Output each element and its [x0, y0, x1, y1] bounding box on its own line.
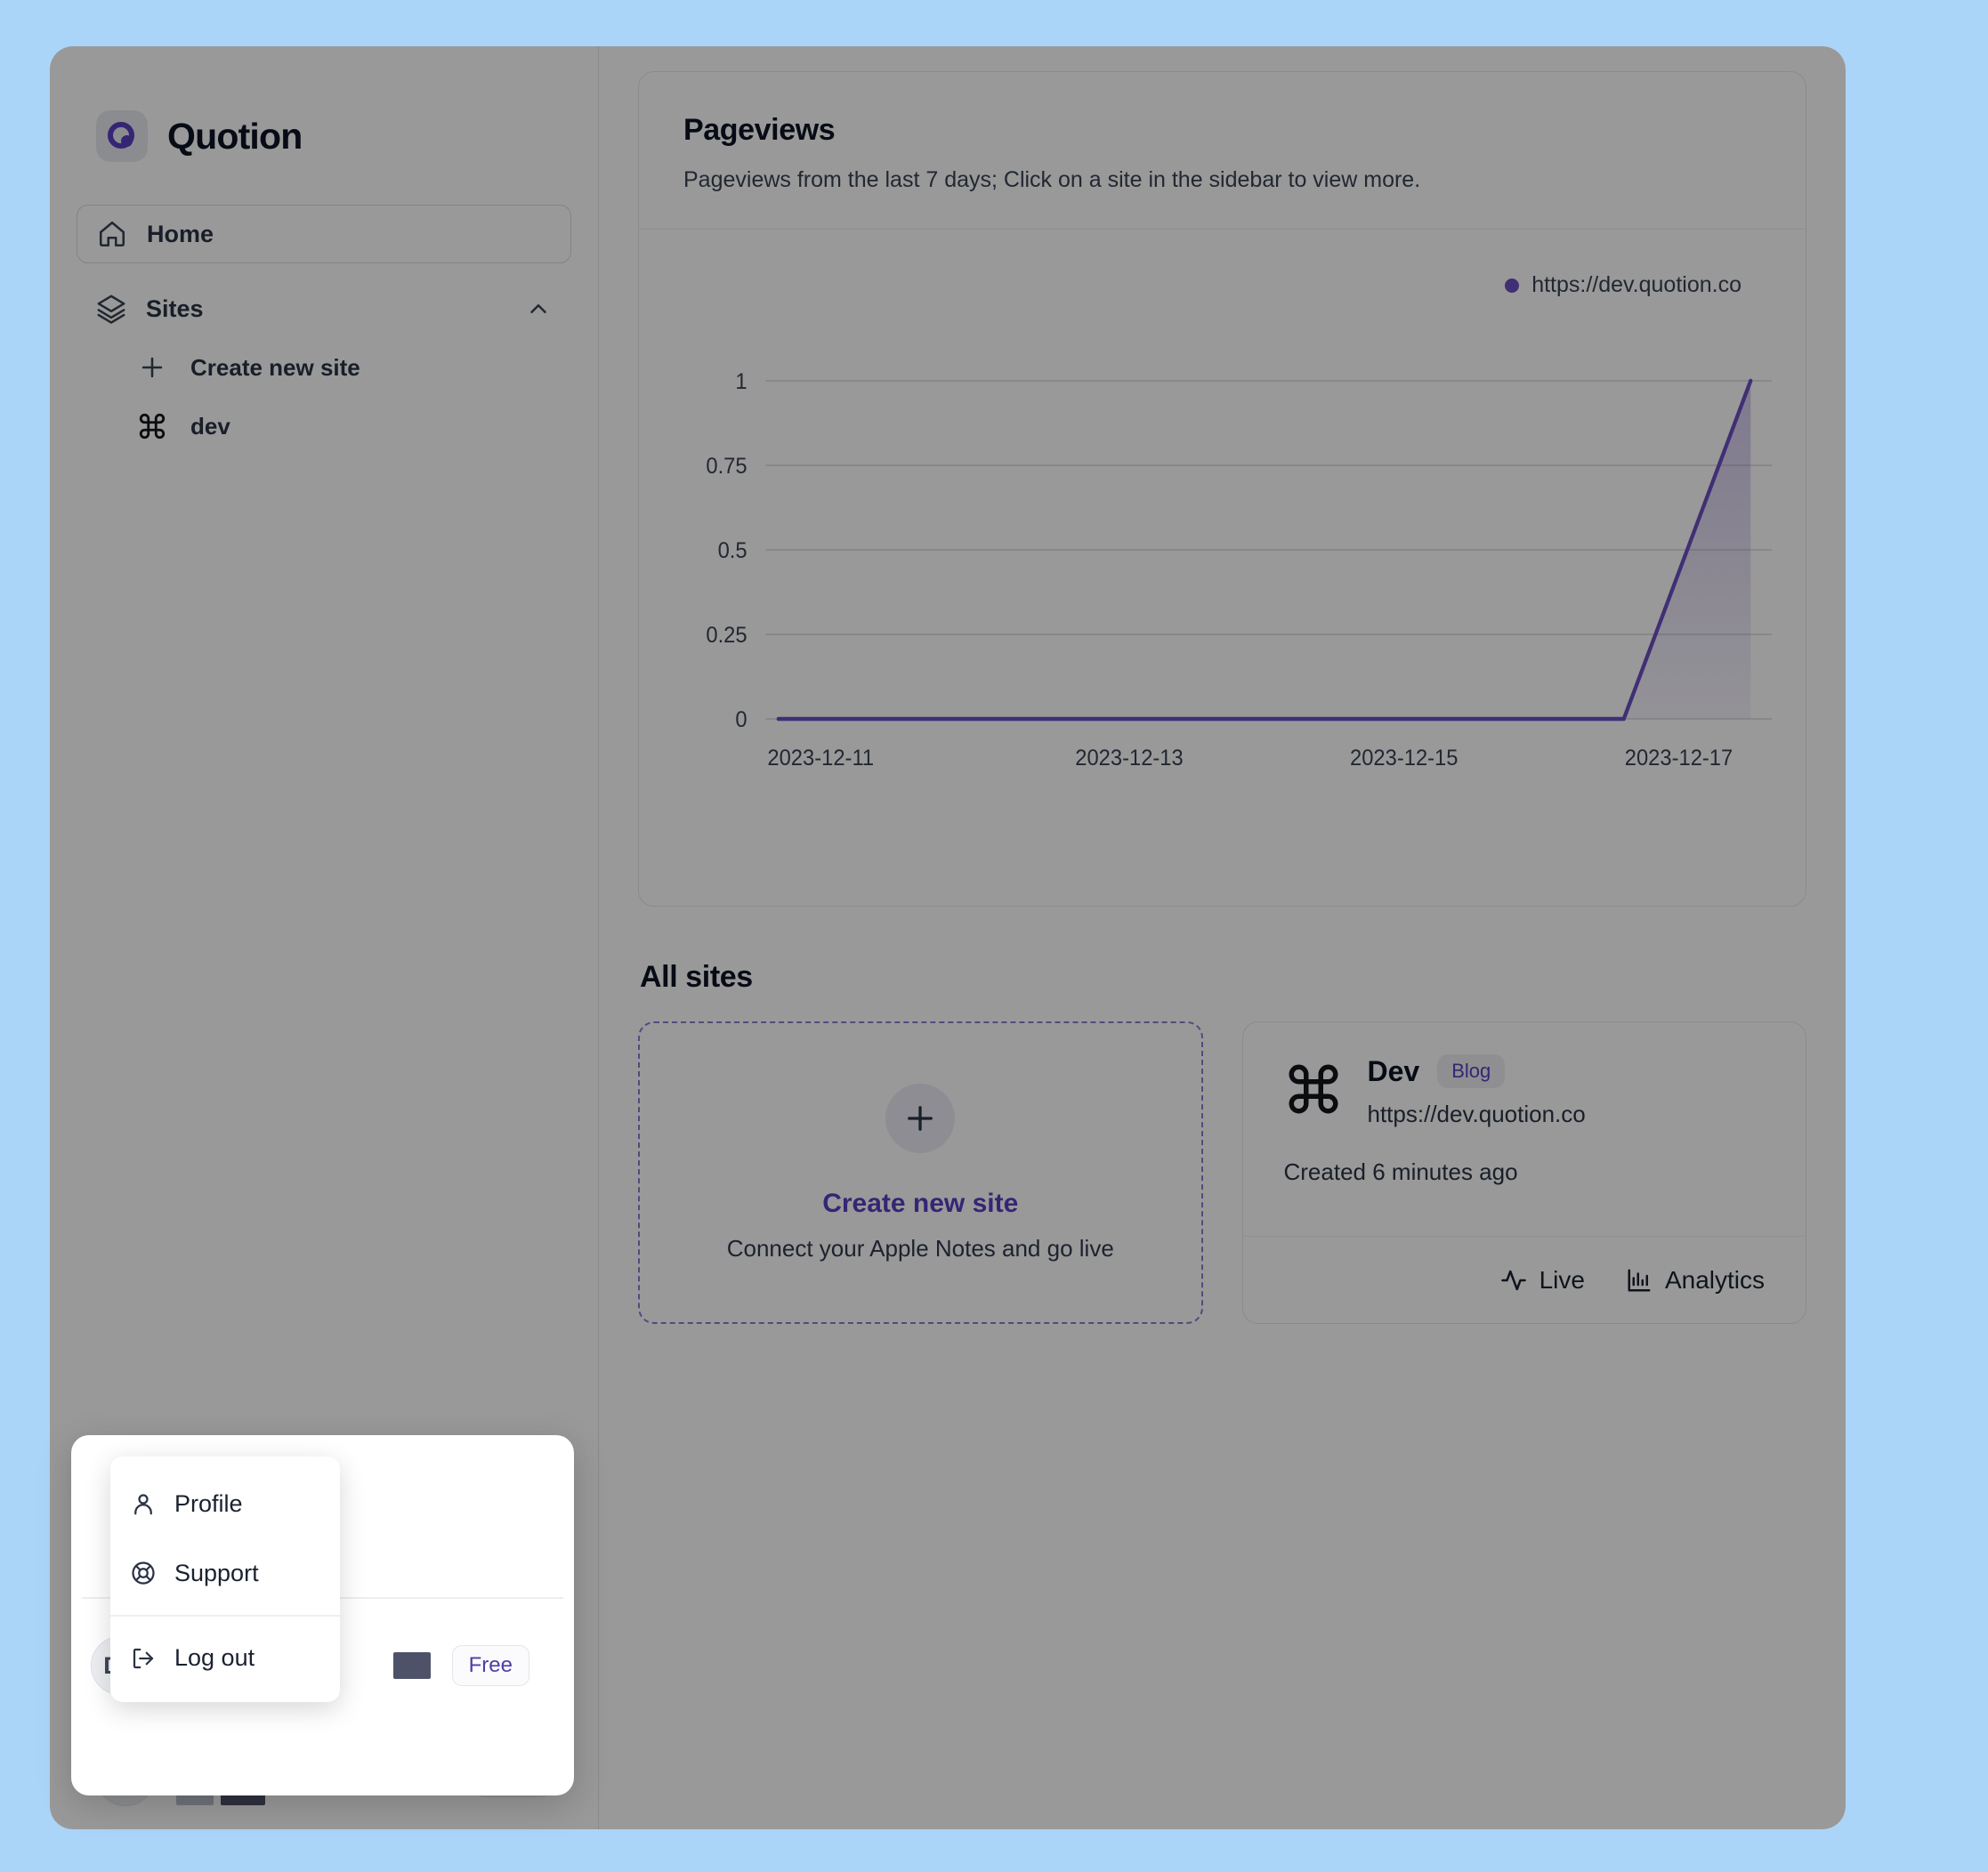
sidebar-item-label: Create new site [190, 353, 360, 381]
sidebar-item-label: Sites [146, 295, 204, 322]
sidebar-item-label: dev [190, 412, 230, 440]
sites-grid: Create new site Connect your Apple Notes… [638, 1021, 1806, 1324]
account-dropdown-menu: Profile Support Log out [110, 1456, 340, 1702]
site-name: Dev [1367, 1054, 1420, 1087]
menu-item-profile[interactable]: Profile [110, 1469, 340, 1538]
create-new-site-title: Create new site [822, 1188, 1019, 1218]
analytics-label: Analytics [1664, 1265, 1765, 1294]
user-icon [130, 1490, 157, 1517]
pageviews-card: Pageviews Pageviews from the last 7 days… [638, 71, 1806, 907]
quotion-logo-icon [96, 110, 148, 162]
lifebuoy-icon [130, 1560, 157, 1586]
sidebar-item-label: Home [147, 220, 214, 247]
command-icon [137, 411, 167, 441]
plus-icon [885, 1083, 956, 1153]
svg-text:2023-12-11: 2023-12-11 [767, 746, 874, 771]
svg-text:2023-12-13: 2023-12-13 [1075, 746, 1183, 771]
redaction-block [392, 1652, 431, 1679]
chart-svg: 1 0.75 0.5 0.25 0 2023-12-11 2023-12-13 [706, 369, 1772, 771]
site-card-body: Dev Blog https://dev.quotion.co Created … [1243, 1022, 1806, 1236]
pageviews-header: Pageviews Pageviews from the last 7 days… [639, 72, 1806, 230]
create-new-site-subtitle: Connect your Apple Notes and go live [726, 1234, 1114, 1262]
analytics-button[interactable]: Analytics [1626, 1266, 1765, 1295]
svg-text:0: 0 [735, 707, 747, 732]
live-button[interactable]: Live [1500, 1266, 1585, 1295]
bar-chart-icon [1626, 1267, 1653, 1294]
brand: Quotion [96, 110, 571, 162]
menu-item-log-out[interactable]: Log out [110, 1624, 340, 1693]
menu-divider [110, 1615, 340, 1617]
live-label: Live [1539, 1265, 1585, 1294]
sidebar-nav: Home Sites Create new site dev [77, 205, 571, 456]
status-badge: Blog [1437, 1054, 1506, 1088]
command-icon [1284, 1054, 1343, 1128]
svg-text:0.75: 0.75 [706, 454, 747, 479]
site-created-timestamp: Created 6 minutes ago [1283, 1158, 1518, 1185]
menu-item-support[interactable]: Support [110, 1538, 340, 1608]
pageviews-subtitle: Pageviews from the last 7 days; Click on… [683, 167, 1421, 192]
sidebar-item-home[interactable]: Home [77, 205, 571, 263]
site-card-actions: Live Analytics [1242, 1236, 1806, 1323]
chevron-up-icon[interactable] [525, 295, 552, 322]
site-url[interactable]: https://dev.quotion.co [1368, 1101, 1766, 1128]
logout-icon [130, 1645, 157, 1672]
brand-name: Quotion [167, 115, 303, 157]
sidebar-item-sites[interactable]: Sites [77, 279, 571, 338]
svg-text:0.25: 0.25 [706, 623, 747, 648]
site-card-dev[interactable]: Dev Blog https://dev.quotion.co Created … [1241, 1021, 1806, 1324]
plan-badge: Free [451, 1645, 529, 1686]
layers-icon [96, 294, 126, 324]
sidebar-item-create-new-site[interactable]: Create new site [77, 338, 571, 397]
svg-text:1: 1 [735, 369, 747, 394]
menu-item-label: Profile [174, 1489, 243, 1517]
plus-icon [137, 352, 167, 383]
home-icon [97, 219, 127, 249]
menu-item-label: Support [174, 1559, 259, 1586]
svg-text:0.5: 0.5 [718, 538, 748, 563]
svg-text:2023-12-17: 2023-12-17 [1625, 746, 1733, 771]
menu-item-label: Log out [174, 1644, 255, 1671]
create-new-site-card[interactable]: Create new site Connect your Apple Notes… [638, 1021, 1203, 1324]
activity-icon [1500, 1267, 1527, 1294]
sidebar-item-dev[interactable]: dev [77, 397, 571, 456]
svg-text:2023-12-15: 2023-12-15 [1350, 746, 1458, 771]
all-sites-heading: All sites [640, 960, 753, 994]
main-content: Pageviews Pageviews from the last 7 days… [599, 46, 1846, 1829]
pageviews-chart: https://dev.quotion.co 1 0.75 0.5 0.25 0… [639, 230, 1806, 906]
page-title: Pageviews [683, 113, 836, 147]
